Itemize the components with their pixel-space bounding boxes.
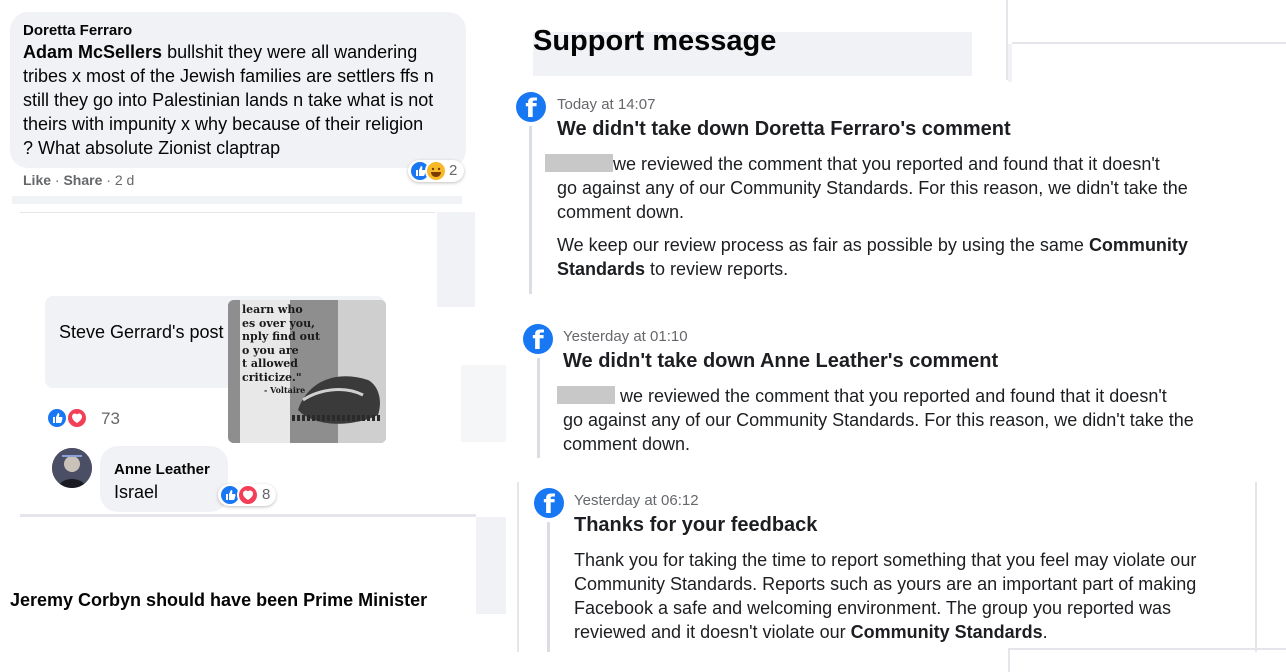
message-title: Thanks for your feedback	[574, 514, 818, 536]
divider	[20, 514, 476, 517]
post-image[interactable]: learn who es over you, nply find out o y…	[228, 300, 386, 443]
comment-actions: Like · Share · 2 d	[23, 172, 135, 188]
reaction-count: 2	[449, 162, 458, 179]
message-timestamp: Yesterday at 01:10	[563, 328, 688, 345]
comment-age: · 2 d	[106, 172, 135, 188]
divider	[12, 196, 462, 204]
thread-line	[547, 522, 550, 652]
comment-text: Adam McSellers bullshit they were all wa…	[23, 42, 434, 158]
love-reaction-icon	[237, 484, 259, 506]
message-body-2: We keep our review process as fair as po…	[557, 235, 1188, 279]
reply-reaction-count: 8	[262, 486, 271, 503]
message-frame	[1255, 482, 1257, 652]
message-body: Thank you for taking the time to report …	[574, 550, 1197, 642]
message-frame	[517, 482, 519, 652]
message-title: We didn't take down Anne Leather's comme…	[563, 350, 999, 372]
reply-reaction-summary[interactable]: 8	[218, 484, 276, 506]
support-heading: Support message	[533, 25, 777, 57]
love-reaction-icon	[66, 407, 88, 429]
shared-post-title: Steve Gerrard's post	[59, 322, 224, 342]
thread-line	[537, 358, 540, 458]
redacted-name	[545, 154, 613, 172]
like-link[interactable]: Like	[23, 172, 51, 188]
message-timestamp: Yesterday at 06:12	[574, 492, 699, 509]
like-reaction-icon	[46, 407, 68, 429]
community-standards-link[interactable]: Standards	[557, 259, 645, 279]
reply-author[interactable]: Anne Leather	[114, 461, 210, 478]
community-standards-link[interactable]: Community	[1089, 235, 1188, 255]
divider	[20, 212, 435, 213]
border-line	[1008, 650, 1010, 672]
post-reaction-summary[interactable]: 73	[46, 407, 126, 429]
message-title: We didn't take down Doretta Ferraro's co…	[557, 118, 1011, 140]
reply-text: Israel	[114, 482, 159, 502]
border-line	[1008, 648, 1286, 650]
facebook-logo-icon: f	[523, 324, 553, 354]
post-image-quote: learn who es over you, nply find out o y…	[242, 303, 321, 395]
share-link[interactable]: Share	[63, 172, 102, 188]
comment-mention[interactable]: Adam McSellers	[23, 42, 162, 62]
reaction-summary[interactable]: 2	[408, 160, 464, 182]
post-reaction-count: 73	[101, 409, 120, 428]
avatar-image	[52, 448, 92, 488]
bottom-comment-text: Jeremy Corbyn should have been Prime Min…	[10, 590, 428, 610]
background-panel-left	[437, 212, 475, 307]
facebook-logo-icon: f	[534, 488, 564, 518]
thread-line	[529, 126, 532, 294]
border-line	[1012, 42, 1286, 44]
border-line	[1008, 44, 1012, 82]
message-body: we reviewed the comment that you reporte…	[557, 384, 1277, 456]
background-panel-left-2	[461, 365, 506, 442]
community-standards-link[interactable]: Community Standards	[851, 622, 1043, 642]
comment-author[interactable]: Doretta Ferraro	[23, 22, 132, 39]
background-panel-bottom	[476, 517, 506, 614]
redacted-name	[557, 386, 615, 404]
message-body: we reviewed the comment that you reporte…	[545, 152, 1265, 224]
facebook-logo-icon: f	[516, 92, 546, 122]
message-timestamp: Today at 14:07	[557, 96, 656, 113]
avatar[interactable]	[52, 448, 92, 488]
haha-reaction-icon	[425, 160, 447, 182]
